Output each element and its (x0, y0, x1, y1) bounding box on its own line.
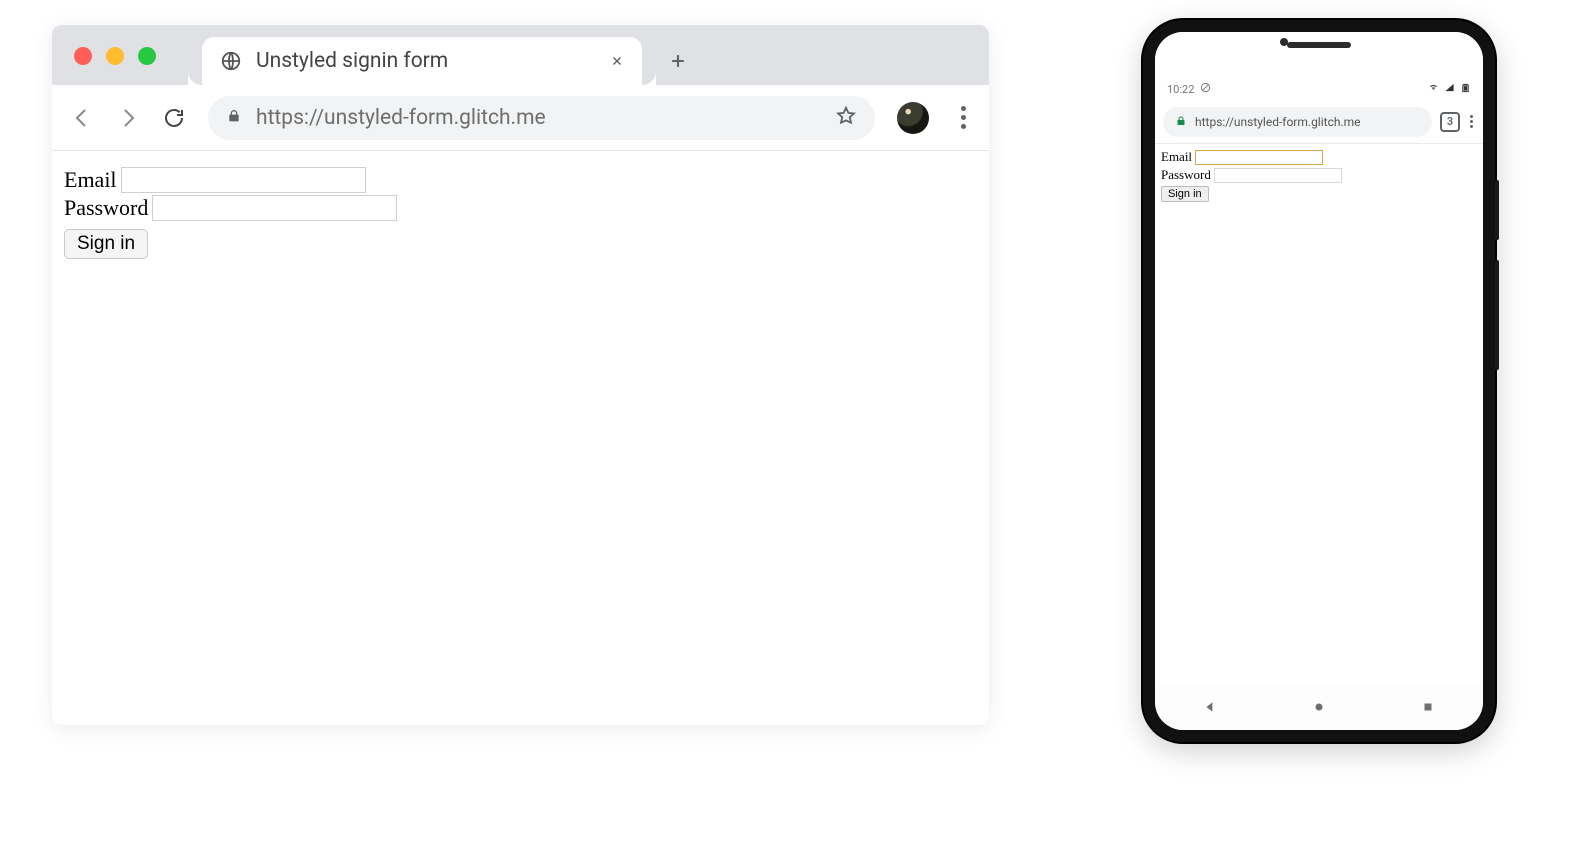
phone-browser-toolbar: https://unstyled-form.glitch.me 3 (1155, 100, 1483, 144)
globe-icon (220, 50, 242, 72)
window-controls (74, 47, 156, 65)
phone-device-frame: 10:22 htt (1143, 20, 1495, 742)
phone-address-bar[interactable]: https://unstyled-form.glitch.me (1163, 107, 1432, 137)
signin-button[interactable]: Sign in (64, 229, 148, 259)
phone-side-button (1495, 180, 1499, 240)
phone-screen: 10:22 htt (1155, 32, 1483, 730)
phone-bezel-top (1155, 32, 1483, 78)
android-back-icon[interactable] (1203, 699, 1217, 718)
phone-password-label: Password (1161, 166, 1211, 184)
tab-close-button[interactable] (608, 52, 626, 70)
window-zoom-icon[interactable] (138, 47, 156, 65)
new-tab-button[interactable] (656, 39, 700, 83)
phone-url-text: https://unstyled-form.glitch.me (1195, 115, 1361, 129)
email-label: Email (64, 167, 117, 193)
desktop-browser-window: Unstyled signin form https://unstyled-fo… (52, 25, 989, 725)
android-recents-icon[interactable] (1421, 699, 1435, 718)
tab-count: 3 (1447, 115, 1453, 128)
phone-password-input[interactable] (1214, 168, 1342, 183)
lock-icon (1175, 112, 1187, 131)
lock-icon (226, 108, 242, 128)
browser-tab[interactable]: Unstyled signin form (202, 37, 642, 85)
password-label: Password (64, 195, 148, 221)
signal-icon (1444, 82, 1455, 96)
status-time: 10:22 (1167, 83, 1194, 96)
back-icon[interactable] (70, 106, 94, 130)
battery-icon (1460, 82, 1471, 96)
phone-speaker-icon (1287, 42, 1351, 48)
phone-status-bar: 10:22 (1155, 78, 1483, 100)
do-not-disturb-icon (1200, 82, 1211, 96)
phone-password-row: Password (1161, 166, 1477, 184)
reload-icon[interactable] (162, 106, 186, 130)
tab-strip: Unstyled signin form (52, 25, 989, 85)
phone-volume-button (1495, 260, 1499, 370)
profile-avatar[interactable] (897, 102, 929, 134)
email-input[interactable] (121, 167, 366, 193)
bookmark-star-icon[interactable] (835, 105, 857, 131)
address-bar[interactable]: https://unstyled-form.glitch.me (208, 96, 875, 140)
url-text: https://unstyled-form.glitch.me (256, 106, 821, 130)
email-row: Email (64, 167, 977, 193)
android-nav-bar (1155, 686, 1483, 730)
phone-email-input[interactable] (1195, 150, 1323, 165)
phone-menu-button[interactable] (1468, 115, 1475, 128)
phone-email-row: Email (1161, 148, 1477, 166)
password-row: Password (64, 195, 977, 221)
phone-page-content: Email Password Sign in (1155, 144, 1483, 686)
phone-email-label: Email (1161, 148, 1192, 166)
tab-switcher-button[interactable]: 3 (1440, 112, 1460, 132)
phone-signin-button[interactable]: Sign in (1161, 186, 1209, 202)
window-minimize-icon[interactable] (106, 47, 124, 65)
page-content: Email Password Sign in (52, 151, 989, 273)
window-close-icon[interactable] (74, 47, 92, 65)
browser-menu-button[interactable] (951, 106, 971, 129)
password-input[interactable] (152, 195, 397, 221)
browser-toolbar: https://unstyled-form.glitch.me (52, 85, 989, 151)
android-home-icon[interactable] (1312, 699, 1326, 718)
tab-title: Unstyled signin form (256, 49, 594, 73)
wifi-icon (1428, 82, 1439, 96)
forward-icon[interactable] (116, 106, 140, 130)
